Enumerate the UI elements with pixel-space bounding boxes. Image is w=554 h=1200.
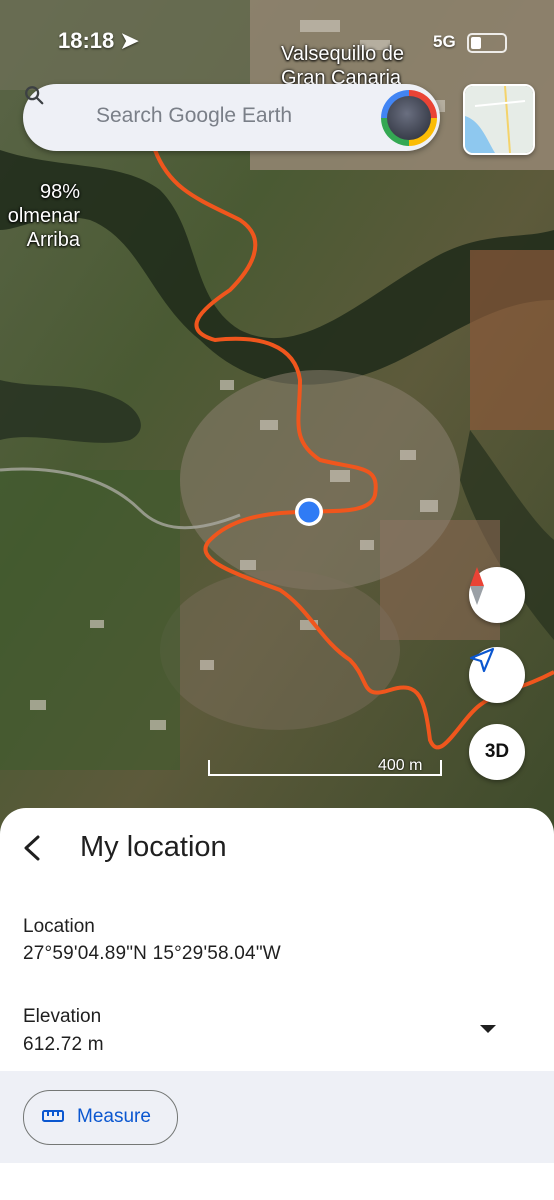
place-label-colmenar: 98% olmenar Arriba — [7, 181, 80, 251]
back-arrow-icon[interactable] — [18, 830, 48, 866]
avatar-photo — [387, 96, 431, 140]
location-coordinates: 27°59'04.89"N 15°29'58.04"W — [23, 943, 281, 964]
elevation-label: Elevation — [23, 1006, 102, 1027]
battery-icon — [467, 33, 507, 53]
status-time: 18:18 ➤ — [58, 28, 139, 53]
location-dot — [298, 501, 320, 523]
search-bar[interactable]: Search Google Earth — [23, 84, 440, 151]
navigation-arrow-icon — [469, 647, 495, 673]
3d-toggle-button[interactable]: 3D — [469, 724, 525, 780]
my-location-sheet: My location Location 27°59'04.89"N 15°29… — [0, 808, 554, 1200]
measure-button[interactable]: Measure — [23, 1090, 178, 1145]
search-icon — [25, 86, 44, 105]
location-arrow-icon: ➤ — [120, 28, 139, 53]
elevation-value: 612.72 m — [23, 1034, 104, 1055]
ruler-icon — [42, 1110, 64, 1122]
compass-icon — [470, 567, 484, 605]
minimap-thumbnail-icon — [465, 86, 533, 153]
account-avatar[interactable] — [381, 90, 437, 146]
sheet-title: My location — [80, 831, 227, 863]
my-location-button[interactable] — [469, 647, 525, 703]
place-label-valsequillo: Valsequillo de Gran Canaria — [281, 43, 405, 89]
search-placeholder: Search Google Earth — [96, 104, 293, 127]
map-type-button[interactable] — [463, 84, 535, 155]
compass-button[interactable] — [469, 567, 525, 623]
measure-label: Measure — [77, 1106, 151, 1127]
network-indicator: 5G — [433, 32, 456, 51]
scale-label: 400 m — [378, 757, 423, 774]
location-label: Location — [23, 916, 95, 937]
tools-row: Measure — [0, 1071, 554, 1163]
satellite-map[interactable]: 18:18 ➤ 5G Valsequillo de Gran Canaria 9… — [0, 0, 554, 830]
expand-dropdown-icon[interactable] — [478, 1022, 498, 1036]
